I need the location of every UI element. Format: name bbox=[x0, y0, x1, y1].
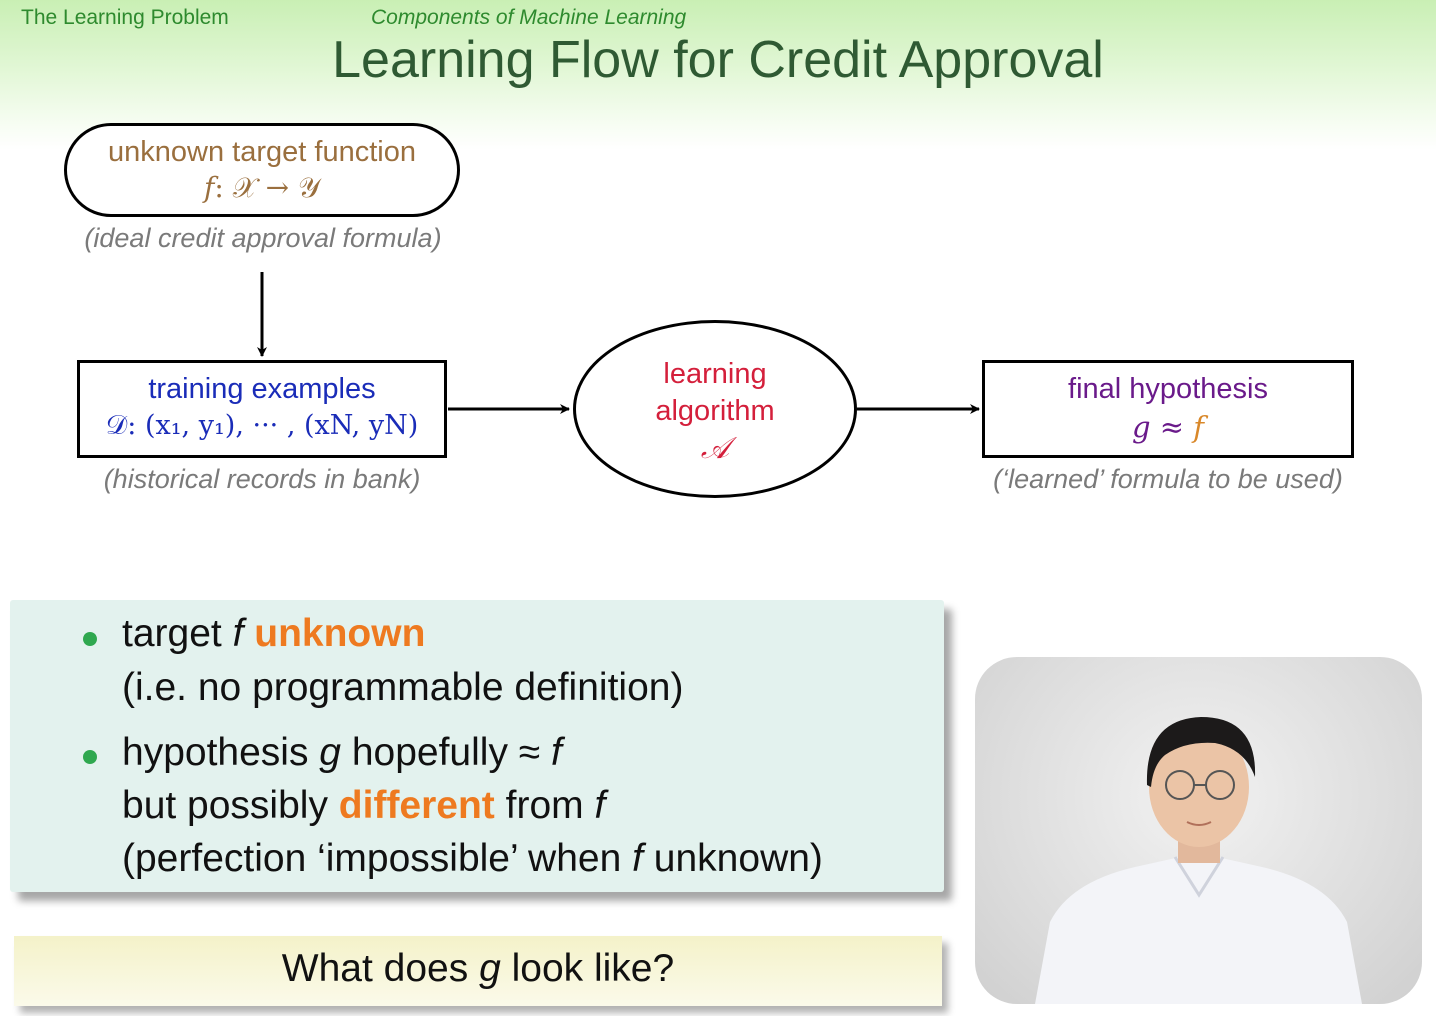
bullet-dot-1 bbox=[83, 632, 97, 646]
notes-box: target f unknown (i.e. no programmable d… bbox=[10, 600, 944, 892]
target-mapping: : 𝒳 → 𝒴 bbox=[214, 171, 320, 204]
target-function-formula: f: 𝒳 → 𝒴 bbox=[67, 171, 457, 205]
learning-algorithm-node: learning algorithm 𝒜 bbox=[573, 320, 857, 498]
training-examples-label: training examples bbox=[148, 373, 376, 405]
bullet-2-line-1: hypothesis g hopefully ≈ f bbox=[122, 731, 562, 774]
training-examples-formula: 𝒟: (x₁, y₁), ··· , (xN, yN) bbox=[105, 410, 419, 441]
hypothesis-f: f bbox=[1193, 410, 1205, 444]
bullet-dot-2 bbox=[83, 750, 97, 764]
highlight-unknown: unknown bbox=[254, 612, 426, 655]
bullet-2-line-3: (perfection ‘impossible’ when f unknown) bbox=[122, 837, 823, 880]
presenter-figure bbox=[1035, 717, 1362, 1004]
final-hypothesis-formula: g ≈ f bbox=[985, 410, 1351, 444]
target-f: f bbox=[203, 171, 215, 204]
final-hypothesis-node: final hypothesis g ≈ f bbox=[982, 360, 1354, 458]
bullet-1-line-2: (i.e. no programmable definition) bbox=[122, 666, 684, 709]
hypothesis-g: g ≈ bbox=[1131, 410, 1194, 444]
training-examples-node: training examples 𝒟: (x₁, y₁), ··· , (xN… bbox=[77, 360, 447, 458]
training-examples-caption: (historical records in bank) bbox=[103, 464, 421, 494]
algorithm-line1: learning bbox=[663, 358, 767, 390]
algorithm-symbol: 𝒜 bbox=[700, 431, 730, 466]
algorithm-line2: algorithm bbox=[655, 395, 775, 427]
bullet-1-line-1: target f unknown bbox=[122, 612, 426, 655]
highlight-different: different bbox=[338, 784, 495, 827]
target-function-node: unknown target function f: 𝒳 → 𝒴 bbox=[64, 123, 460, 217]
final-hypothesis-caption: (‘learned’ formula to be used) bbox=[993, 464, 1343, 494]
bullet-2-line-2: but possibly different from f bbox=[122, 784, 606, 827]
presenter-video[interactable] bbox=[975, 657, 1422, 1004]
question-box: What does g look like? bbox=[14, 936, 942, 1006]
target-function-caption: (ideal credit approval formula) bbox=[84, 223, 442, 253]
target-function-label: unknown target function bbox=[108, 136, 416, 168]
final-hypothesis-label: final hypothesis bbox=[1068, 373, 1268, 405]
